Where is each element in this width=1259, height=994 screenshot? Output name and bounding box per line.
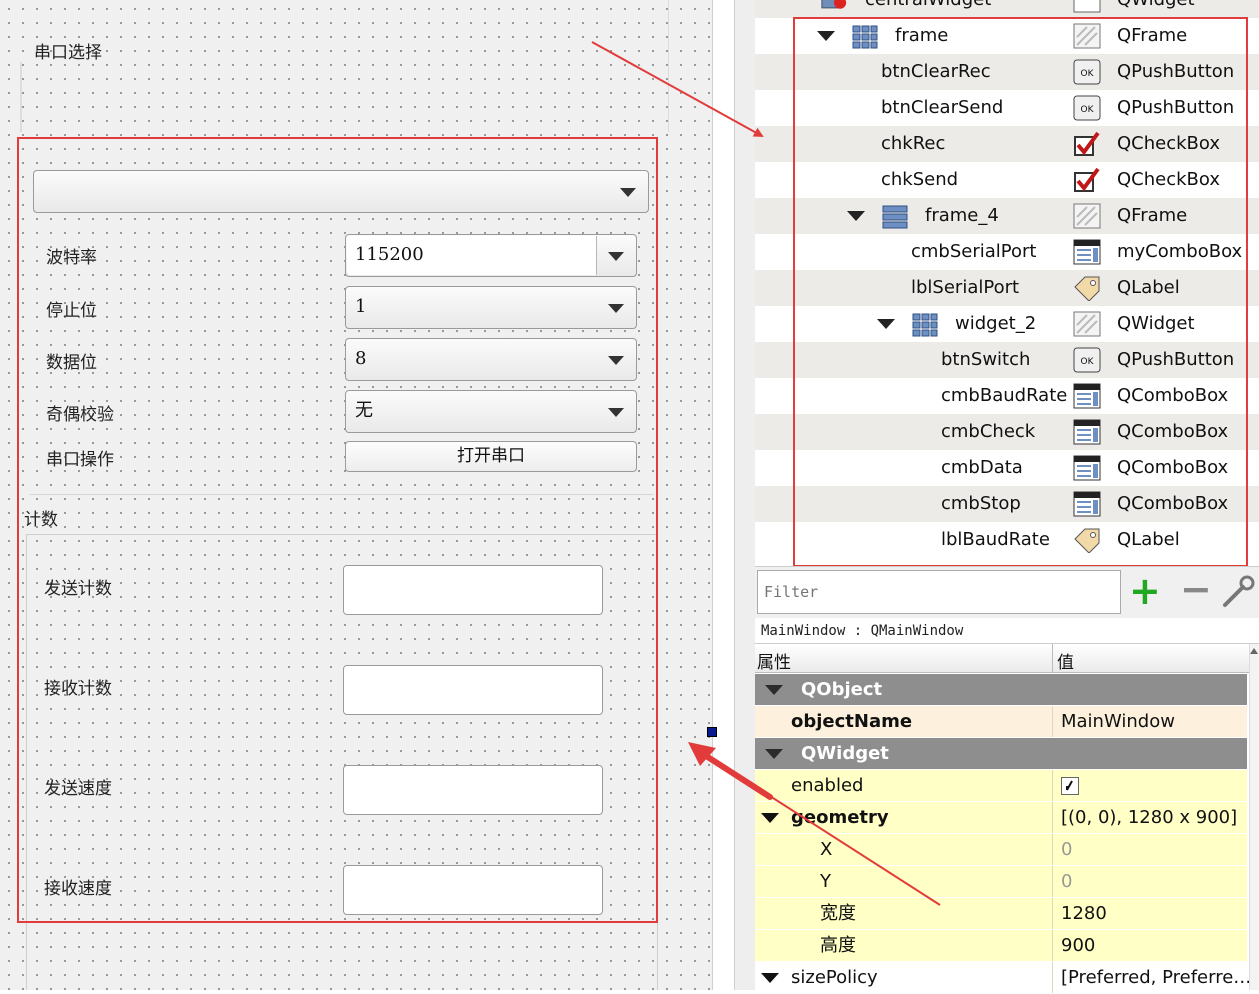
annotation-box-tree <box>793 17 1248 567</box>
canvas-margin <box>712 0 735 990</box>
column-divider <box>1052 706 1053 737</box>
property-name: 高度 <box>820 935 856 956</box>
value-column-header[interactable]: 值 <box>1057 648 1074 673</box>
property-value[interactable]: [Preferred, Preferre… <box>1061 962 1251 994</box>
property-row-geometry[interactable]: geometry [(0, 0), 1280 x 900] <box>755 802 1247 834</box>
object-path: MainWindow : QMainWindow <box>755 618 1259 644</box>
collapse-arrow-icon[interactable] <box>765 749 783 759</box>
property-value[interactable]: 0 <box>1061 866 1072 898</box>
property-header: 属性 值 <box>755 644 1249 673</box>
group-frame-edge <box>668 0 669 132</box>
column-divider <box>1052 962 1053 993</box>
property-row-y[interactable]: Y0 <box>755 866 1247 898</box>
column-divider <box>1052 834 1053 865</box>
property-name: Y <box>820 871 831 892</box>
scroll-up-icon[interactable] <box>1250 648 1258 654</box>
expand-arrow-icon[interactable] <box>761 973 779 983</box>
property-name: 宽度 <box>820 903 856 924</box>
annotation-box-form <box>17 137 658 923</box>
property-row-sizepolicy[interactable]: sizePolicy [Preferred, Preferre… <box>755 962 1251 994</box>
add-icon[interactable]: + <box>1129 569 1161 613</box>
wrench-icon[interactable] <box>1221 575 1257 609</box>
property-value[interactable]: MainWindow <box>1061 706 1175 738</box>
property-value[interactable]: [(0, 0), 1280 x 900] <box>1061 802 1237 834</box>
column-divider <box>1052 866 1053 897</box>
central-widget-icon <box>821 0 847 9</box>
frame-icon <box>1073 0 1101 13</box>
property-scrollbar[interactable] <box>1249 644 1259 990</box>
column-divider <box>1052 770 1053 801</box>
header-divider <box>1052 644 1053 672</box>
property-name: enabled <box>791 775 864 796</box>
property-name: objectName <box>791 711 913 732</box>
enabled-checkbox[interactable] <box>1061 777 1079 795</box>
property-column-header[interactable]: 属性 <box>757 648 791 673</box>
property-group-qwidget[interactable]: QWidget <box>755 738 1247 770</box>
property-value[interactable]: 0 <box>1061 834 1072 866</box>
resize-handle[interactable] <box>707 727 717 737</box>
property-row-x[interactable]: X0 <box>755 834 1247 866</box>
column-divider <box>1052 802 1053 833</box>
property-row-objectname[interactable]: objectName MainWindow <box>755 706 1247 738</box>
property-value[interactable]: 900 <box>1061 930 1095 962</box>
property-name: X <box>820 839 833 860</box>
property-filter-bar: + − <box>755 566 1259 619</box>
property-group-name: QObject <box>801 679 883 700</box>
tree-row-partial[interactable]: centralWidget QWidget <box>755 0 1259 18</box>
group-frame-edge <box>20 62 22 132</box>
property-group-qobject[interactable]: QObject <box>755 674 1247 706</box>
serial-group-label: 串口选择 <box>34 43 102 63</box>
property-name: geometry <box>791 807 889 828</box>
dock-splitter[interactable] <box>734 0 755 990</box>
property-name: sizePolicy <box>791 967 878 988</box>
collapse-arrow-icon[interactable] <box>765 685 783 695</box>
property-group-name: QWidget <box>801 743 889 764</box>
property-row-高度[interactable]: 高度 900 <box>755 930 1247 962</box>
check-icon <box>1066 780 1073 791</box>
column-divider <box>1052 930 1053 961</box>
remove-icon[interactable]: − <box>1180 567 1212 611</box>
expand-arrow-icon[interactable] <box>761 813 779 823</box>
column-divider <box>1052 898 1053 929</box>
filter-input[interactable] <box>757 570 1121 614</box>
property-row-宽度[interactable]: 宽度 1280 <box>755 898 1247 930</box>
property-row-enabled[interactable]: enabled <box>755 770 1247 802</box>
property-value[interactable]: 1280 <box>1061 898 1107 930</box>
